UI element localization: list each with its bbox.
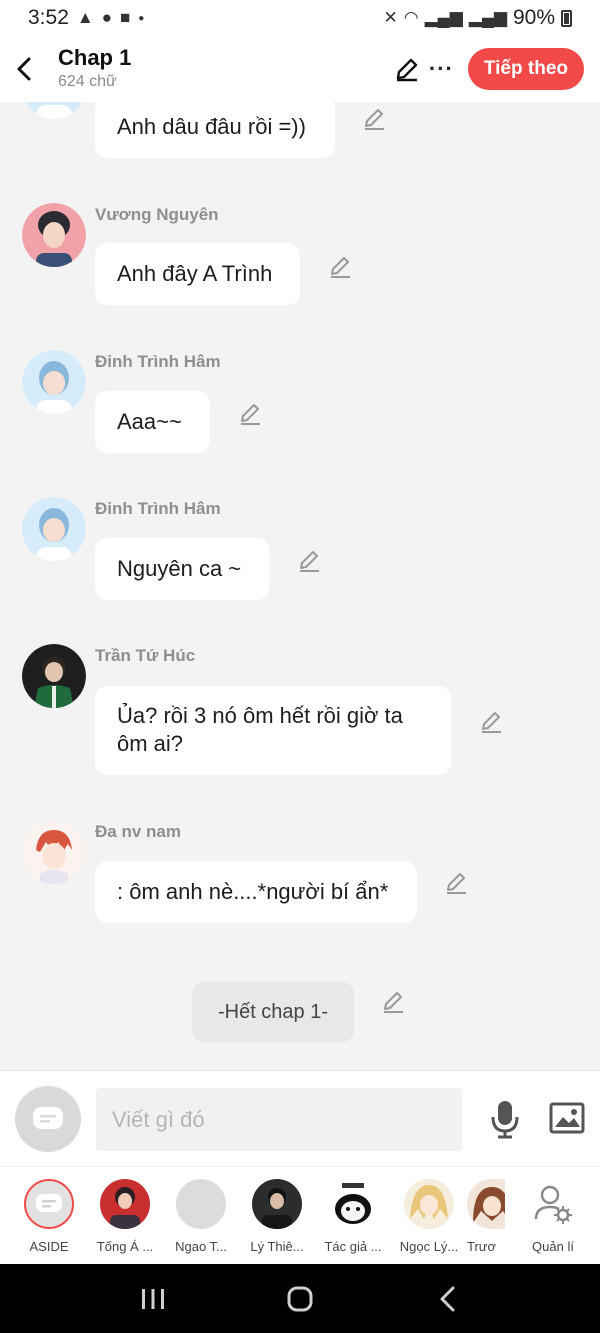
page-title: Chap 1 bbox=[58, 45, 132, 70]
character-label: Ngao T... bbox=[175, 1239, 227, 1254]
composer-bar: Viết gì đó bbox=[0, 1070, 600, 1166]
dot-icon: ● bbox=[138, 12, 145, 24]
word-count: 624 chữ bbox=[58, 73, 117, 90]
back-button[interactable] bbox=[12, 49, 36, 89]
red-photo-avatar bbox=[100, 1179, 150, 1229]
green-jacket-avatar[interactable] bbox=[22, 644, 86, 708]
blue-hair-avatar[interactable] bbox=[22, 102, 86, 119]
recent-apps-icon bbox=[142, 1288, 165, 1309]
anime-blonde-avatar bbox=[404, 1179, 454, 1229]
image-icon[interactable] bbox=[548, 1099, 586, 1137]
chapter-info: Chap 1 624 chữ bbox=[58, 45, 131, 93]
back-nav-button[interactable] bbox=[417, 1279, 477, 1319]
sender-name: Đinh Trình Hâm bbox=[95, 499, 221, 518]
signal-icon: ▂▄▆ bbox=[468, 8, 507, 27]
edit-message-icon[interactable] bbox=[297, 548, 323, 574]
manage-user-icon bbox=[528, 1179, 578, 1229]
character-aside[interactable]: ASIDE bbox=[11, 1179, 87, 1254]
next-chapter-button[interactable]: Tiếp theo bbox=[467, 48, 584, 90]
mute-icon: ✕ bbox=[383, 8, 398, 27]
sender-name: Vương Nguyên bbox=[95, 205, 219, 224]
status-bar: 3:52 ▲ ● ■ ● ✕ ◠ ▂▄▆ ▂▄▆ 90% bbox=[0, 0, 600, 36]
blue-hair-avatar[interactable] bbox=[22, 350, 86, 414]
message-line: Ủa? rồi 3 nó ôm hết rồi giờ ta bbox=[117, 703, 403, 728]
more-button[interactable]: ··· bbox=[429, 56, 454, 82]
edit-message-icon[interactable] bbox=[381, 989, 407, 1015]
edit-message-icon[interactable] bbox=[328, 254, 354, 280]
sender-name: Trần Tứ Húc bbox=[95, 646, 196, 665]
character-item[interactable]: Lý Thiê... bbox=[239, 1179, 315, 1254]
sender-name: Đa nv nam bbox=[95, 822, 181, 841]
edit-button[interactable] bbox=[389, 51, 425, 87]
sender-name: Đinh Trình Hâm bbox=[95, 352, 221, 371]
character-item[interactable]: Ngao T... bbox=[163, 1179, 239, 1254]
pencil-icon bbox=[396, 58, 418, 82]
character-item[interactable]: Trươ bbox=[467, 1179, 505, 1254]
panda-meme-avatar bbox=[328, 1179, 378, 1229]
character-item[interactable]: Ngọc Lý... bbox=[391, 1179, 467, 1254]
character-label: Ngọc Lý... bbox=[399, 1239, 459, 1254]
anime-red-hair-avatar[interactable] bbox=[22, 820, 86, 884]
message-icon bbox=[33, 1107, 63, 1129]
edit-message-icon[interactable] bbox=[444, 870, 470, 896]
system-nav-bar bbox=[0, 1264, 600, 1333]
character-label: Lý Thiê... bbox=[250, 1239, 304, 1254]
message-bubble[interactable]: Aaa~~ bbox=[95, 391, 210, 453]
character-label: Quản lí bbox=[532, 1239, 574, 1254]
character-item[interactable]: Tác giả ... bbox=[315, 1179, 391, 1254]
battery-text: 90% bbox=[512, 6, 555, 29]
edit-message-icon[interactable] bbox=[238, 401, 264, 427]
home-button[interactable] bbox=[270, 1279, 330, 1319]
anime-brown-avatar bbox=[467, 1179, 505, 1229]
character-label: Tống Á ... bbox=[96, 1239, 154, 1254]
video-icon: ■ bbox=[119, 8, 131, 27]
chevron-left-icon bbox=[17, 57, 31, 81]
select-character-button[interactable] bbox=[15, 1086, 81, 1152]
app-bar: Chap 1 624 chữ ··· Tiếp theo bbox=[0, 36, 600, 102]
wifi-icon: ◠ bbox=[403, 8, 419, 27]
pink-avatar[interactable] bbox=[22, 203, 86, 267]
status-time: 3:52 bbox=[28, 6, 69, 29]
dark-photo-avatar bbox=[252, 1179, 302, 1229]
message-input[interactable]: Viết gì đó bbox=[96, 1088, 462, 1151]
signal-icon: ▂▄▆ bbox=[424, 8, 463, 27]
character-label: Tác giả ... bbox=[324, 1239, 382, 1254]
microphone-icon[interactable] bbox=[488, 1099, 522, 1139]
blue-hair-avatar[interactable] bbox=[22, 497, 86, 561]
edit-message-icon[interactable] bbox=[479, 709, 505, 735]
message-bubble[interactable]: Anh đây A Trình bbox=[95, 243, 300, 305]
character-label: Trươ bbox=[467, 1239, 497, 1254]
warning-icon: ▲ bbox=[76, 8, 94, 27]
edit-message-icon[interactable] bbox=[362, 106, 388, 132]
battery-icon bbox=[561, 9, 572, 27]
manage-characters-button[interactable]: Quản lí bbox=[515, 1179, 591, 1254]
character-label: ASIDE bbox=[29, 1239, 69, 1254]
character-strip: ASIDE Tống Á ... Ngao T... Lý Thiê... Tá… bbox=[0, 1166, 600, 1264]
message-bubble[interactable]: Anh dâu đâu rồi =)) bbox=[95, 102, 335, 158]
character-item[interactable]: Tống Á ... bbox=[87, 1179, 163, 1254]
end-of-chapter-marker[interactable]: -Hết chap 1- bbox=[192, 982, 354, 1042]
messenger-icon: ● bbox=[101, 8, 112, 27]
aside-avatar bbox=[24, 1179, 74, 1229]
chat-area[interactable]: Anh dâu đâu rồi =)) Vương Nguyên Anh đây… bbox=[0, 102, 600, 1070]
message-line: ôm ai? bbox=[117, 731, 184, 756]
recent-apps-button[interactable] bbox=[123, 1279, 183, 1319]
back-icon bbox=[440, 1286, 455, 1311]
message-bubble[interactable]: Ủa? rồi 3 nó ôm hết rồi giờ ta ôm ai? bbox=[95, 686, 451, 775]
message-bubble[interactable]: Nguyên ca ~ bbox=[95, 538, 269, 600]
message-bubble[interactable]: : ôm anh nè....*người bí ẩn* bbox=[95, 861, 417, 923]
home-icon bbox=[287, 1286, 313, 1311]
empty-avatar bbox=[176, 1179, 226, 1229]
